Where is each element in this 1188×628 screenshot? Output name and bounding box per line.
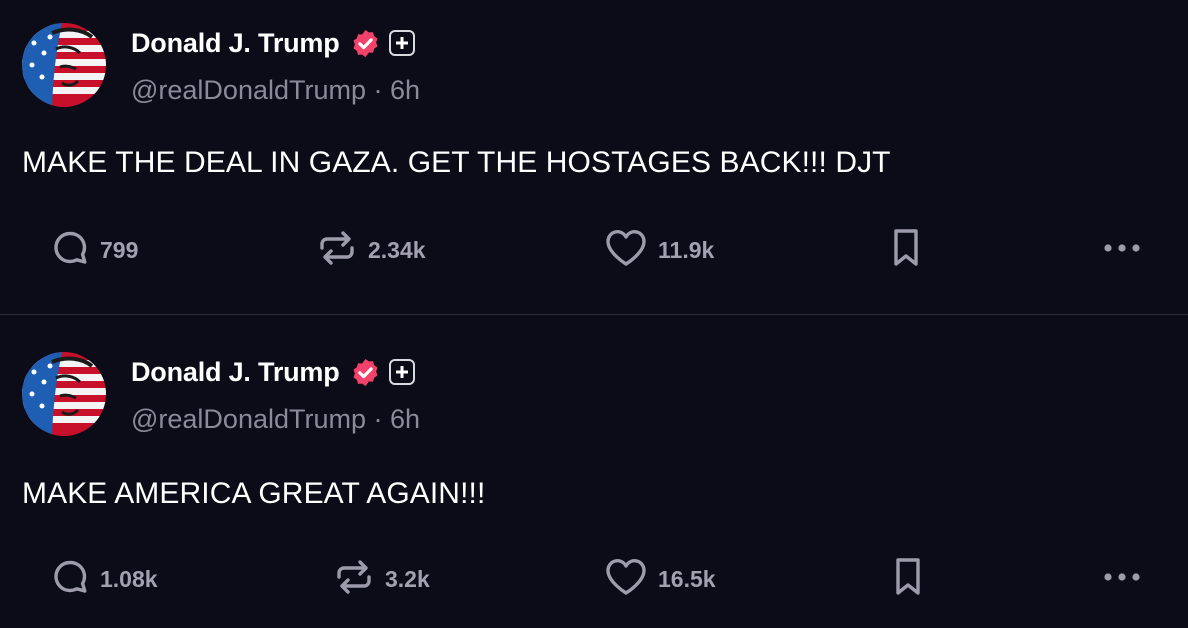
plus-badge-icon <box>388 30 415 56</box>
reply-button[interactable]: 799 <box>50 226 138 274</box>
author-handle-line: @realDonaldTrump · 6h <box>131 404 420 435</box>
repost-count: 3.2k <box>385 565 430 592</box>
action-bar: 1.08k 3.2k 16.5k <box>0 555 1188 603</box>
avatar[interactable] <box>22 23 106 107</box>
post-card[interactable]: Donald J. Trump @realDonaldTrump · 6h MA… <box>0 0 1188 314</box>
reply-count: 1.08k <box>100 565 158 592</box>
author-handle[interactable]: @realDonaldTrump <box>131 404 366 434</box>
reply-count: 799 <box>100 236 139 263</box>
post-text: MAKE THE DEAL IN GAZA. GET THE HOSTAGES … <box>22 146 891 179</box>
verified-badge-icon <box>350 357 381 388</box>
repost-button[interactable]: 2.34k <box>316 226 426 274</box>
reply-button[interactable]: 1.08k <box>50 555 158 603</box>
repost-icon <box>333 556 375 603</box>
like-button[interactable]: 11.9k <box>604 226 714 274</box>
bookmark-button[interactable] <box>890 555 926 603</box>
more-icon <box>1102 241 1142 259</box>
avatar[interactable] <box>22 352 106 436</box>
separator: · <box>373 404 383 434</box>
more-icon <box>1102 570 1142 588</box>
reply-icon <box>50 228 90 273</box>
separator: · <box>373 75 383 105</box>
verified-badge-icon <box>350 28 381 59</box>
post-card[interactable]: Donald J. Trump @realDonaldTrump · 6h MA… <box>0 314 1188 628</box>
bookmark-button[interactable] <box>888 226 924 274</box>
author-handle-line: @realDonaldTrump · 6h <box>131 75 420 106</box>
author-name[interactable]: Donald J. Trump <box>131 357 340 388</box>
repost-button[interactable]: 3.2k <box>333 555 430 603</box>
like-button[interactable]: 16.5k <box>604 555 716 603</box>
plus-badge-icon <box>388 359 415 385</box>
like-count: 16.5k <box>658 565 716 592</box>
post-text: MAKE AMERICA GREAT AGAIN!!! <box>22 477 486 510</box>
timestamp[interactable]: 6h <box>390 75 420 105</box>
repost-icon <box>316 227 358 274</box>
heart-icon <box>604 227 648 274</box>
repost-count: 2.34k <box>368 236 426 263</box>
reply-icon <box>50 557 90 602</box>
author-name[interactable]: Donald J. Trump <box>131 28 340 59</box>
more-options-button[interactable] <box>1102 226 1142 274</box>
like-count: 11.9k <box>658 236 715 263</box>
bookmark-icon <box>888 226 924 275</box>
author-row: Donald J. Trump <box>131 26 415 60</box>
bookmark-icon <box>890 555 926 604</box>
action-bar: 799 2.34k 11.9k <box>0 226 1188 274</box>
author-row: Donald J. Trump <box>131 355 415 389</box>
author-handle[interactable]: @realDonaldTrump <box>131 75 366 105</box>
heart-icon <box>604 556 648 603</box>
timestamp[interactable]: 6h <box>390 404 420 434</box>
more-options-button[interactable] <box>1102 555 1142 603</box>
